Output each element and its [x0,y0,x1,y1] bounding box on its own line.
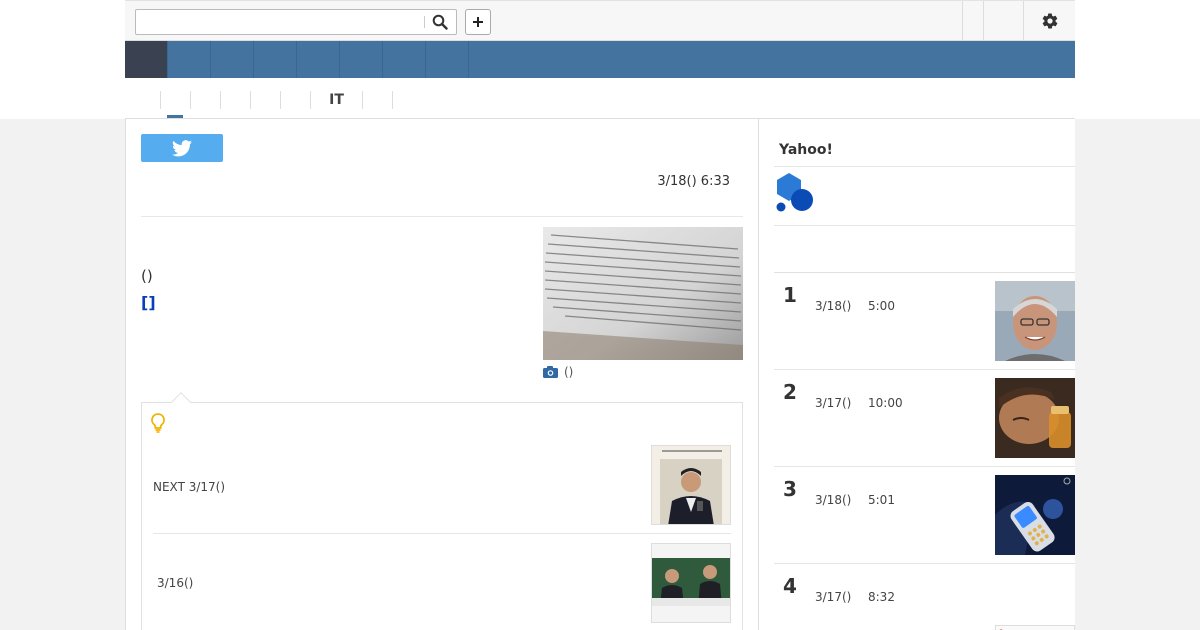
add-button[interactable] [465,9,491,35]
article-column: 3/18() 6:33 () [] () NEXT 3/17() 3/16() [125,118,759,630]
related-item[interactable]: NEXT 3/17() [153,445,731,527]
twitter-bird-icon [172,139,192,156]
toolbar-divider [1023,1,1024,40]
divider [774,225,1075,226]
sub-nav-item-it[interactable]: IT [310,91,362,109]
rank-number: 2 [783,380,797,404]
nav-item[interactable] [211,41,254,78]
search-input[interactable] [136,10,424,34]
search-box [135,9,457,35]
gear-icon [1042,12,1058,29]
rank-time: 5:00 [868,299,895,313]
toolbar-divider [962,1,963,40]
rank-date: 3/18() [815,493,852,507]
nav-item[interactable] [254,41,297,78]
nav-item[interactable] [383,41,426,78]
related-item-label: 3/16() [157,576,194,590]
nav-item[interactable] [426,41,469,78]
nav-item[interactable] [297,41,340,78]
related-thumbnail [651,445,731,525]
sub-nav-item[interactable] [250,91,280,109]
rank-time: 10:00 [868,396,903,410]
nav-item[interactable] [340,41,383,78]
rank-date: 3/18() [815,299,852,313]
rank-date: 3/17() [815,590,852,604]
sub-nav-list: IT [160,91,422,109]
sidebar-title: Yahoo! [779,142,833,158]
ranking-item[interactable]: 2 3/17() 10:00 [774,370,1075,467]
sub-nav-item[interactable] [160,91,190,109]
sub-nav-item[interactable] [220,91,250,109]
sub-nav-item[interactable] [362,91,392,109]
rank-number: 3 [783,477,797,501]
related-articles: NEXT 3/17() 3/16() [141,392,743,630]
lightbulb-icon [151,413,165,437]
rank-number: 1 [783,283,797,307]
article-lead: () [141,267,153,285]
top-toolbar [0,0,1200,41]
sidebar: Yahoo! 1 3/18() 5:00 2 3/17() 10:00 3 3/… [759,118,1075,630]
ranking-thumbnail [995,281,1075,361]
plus-icon [473,17,483,27]
nav-item-top[interactable] [125,41,168,78]
ranking-item[interactable]: 1 3/18() 5:00 [774,273,1075,370]
related-thumbnail [651,543,731,623]
sub-nav-item[interactable] [190,91,220,109]
rank-number: 4 [783,574,797,598]
toolbar-inner [125,0,1075,41]
divider [153,533,731,534]
sub-nav: IT [0,78,1200,119]
article-photo[interactable] [543,227,743,360]
nav-item[interactable] [168,41,211,78]
tweet-button[interactable] [141,134,223,162]
photo-credit-text: () [564,365,574,379]
search-icon [432,14,448,30]
ranking-item[interactable]: 4 3/17() 8:32 [774,564,1075,630]
publish-date: 3/18() 6:33 [657,174,730,189]
toolbar-divider [983,1,984,40]
divider [141,216,743,217]
rank-time: 5:01 [868,493,895,507]
ranking-thumbnail [995,625,1075,630]
ranking-item[interactable]: 3 3/18() 5:01 [774,467,1075,564]
main-nav-bar [125,41,1075,78]
related-arrow [171,392,191,412]
rank-date: 3/17() [815,396,852,410]
sub-nav-item[interactable] [392,91,422,109]
search-button[interactable] [428,12,452,32]
related-item[interactable]: 3/16() [153,543,731,625]
search-divider [424,16,425,28]
article-lead-link[interactable]: [] [141,293,156,312]
ranking-thumbnail [995,378,1075,458]
camera-icon [543,366,558,378]
photo-credit: () [543,365,573,379]
main-nav [0,41,1200,78]
divider [774,166,1075,167]
rank-time: 8:32 [868,590,895,604]
sub-nav-item[interactable] [280,91,310,109]
ranking-thumbnail [995,475,1075,555]
related-item-label: NEXT 3/17() [153,480,226,494]
hexagon-dots-logo[interactable] [774,172,816,214]
settings-button[interactable] [1025,1,1075,40]
document-photo [543,227,743,360]
